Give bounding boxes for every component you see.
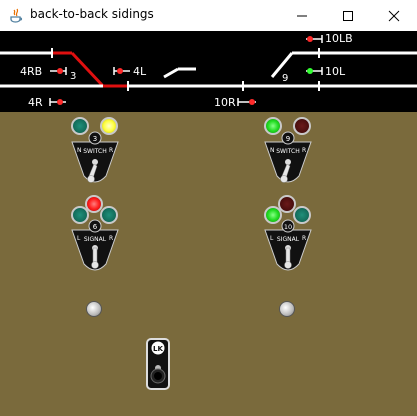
- signal-4L[interactable]: [113, 67, 130, 75]
- label-10L: 10L: [325, 65, 346, 78]
- title-bar: back-to-back sidings: [0, 0, 417, 31]
- maximize-button[interactable]: [325, 0, 371, 31]
- lock-lever[interactable]: LK: [146, 338, 170, 390]
- java-app-icon: [10, 8, 23, 23]
- signal-6-label: SIGNAL: [84, 236, 107, 243]
- signal-10-right-mark: R: [302, 235, 306, 242]
- label-track-9: 9: [282, 73, 289, 84]
- minimize-button[interactable]: [279, 0, 325, 31]
- switch-9-left-mark: N: [270, 147, 275, 154]
- track-diagram: 4RB 4L 4R 10LB 10L 10R 3 9: [0, 31, 417, 112]
- code-button-left[interactable]: [86, 301, 102, 317]
- switch-3-left-mark: N: [77, 147, 82, 154]
- signal-10-number: 10: [284, 223, 292, 231]
- switch-9-label: SWITCH: [276, 148, 300, 155]
- minimize-icon: [297, 15, 307, 16]
- maximize-icon: [343, 10, 353, 21]
- switch-3-number: 3: [93, 135, 97, 143]
- signal-6-right-mark: R: [109, 235, 113, 242]
- signal-10LB[interactable]: [306, 35, 323, 43]
- switch-3-label: SWITCH: [83, 148, 107, 155]
- close-button[interactable]: [371, 0, 417, 31]
- label-track-3: 3: [70, 71, 77, 82]
- label-10LB: 10LB: [325, 32, 353, 45]
- signal-6-number: 6: [93, 223, 98, 231]
- label-4R: 4R: [28, 96, 43, 109]
- switch-3-lever[interactable]: 3 SWITCH N R: [70, 130, 120, 192]
- label-10R: 10R: [214, 96, 236, 109]
- track-layout: [0, 35, 417, 106]
- window-title: back-to-back sidings: [30, 7, 154, 21]
- signal-4R[interactable]: [49, 98, 66, 106]
- signal-4RB[interactable]: [50, 67, 67, 75]
- signal-10L[interactable]: [306, 67, 323, 75]
- label-4L: 4L: [133, 65, 147, 78]
- switch-9-number: 9: [286, 135, 290, 143]
- app-window: back-to-back sidings 4RB 4L 4R 10LB 10L …: [0, 0, 417, 416]
- switch-9-lever[interactable]: 9 SWITCH N R: [263, 130, 313, 192]
- switch-3-right-mark: R: [109, 147, 113, 154]
- switch-9-right-mark: R: [302, 147, 306, 154]
- lock-lever-label: LK: [153, 345, 163, 353]
- close-icon: [388, 10, 400, 21]
- code-button-right[interactable]: [279, 301, 295, 317]
- track-siding-stub[interactable]: [163, 67, 179, 79]
- signal-10R[interactable]: [237, 98, 256, 106]
- label-4RB: 4RB: [20, 65, 43, 78]
- track-crossover-3[interactable]: [70, 51, 105, 88]
- signal-10-label: SIGNAL: [277, 236, 300, 243]
- signal-6-lever[interactable]: 6 SIGNAL L R: [70, 218, 120, 280]
- signal-10-lever[interactable]: 10 SIGNAL L R: [263, 218, 313, 280]
